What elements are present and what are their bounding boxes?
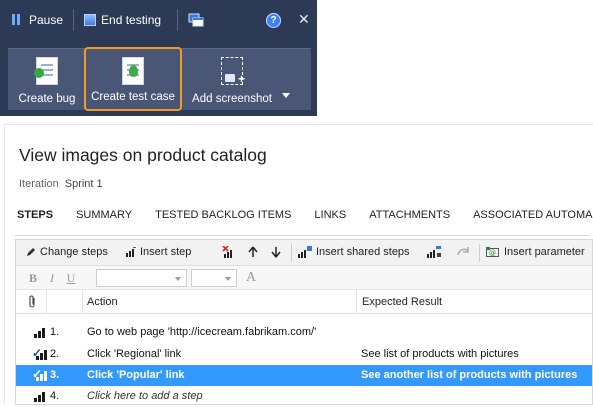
change-steps-button[interactable]: Change steps (26, 246, 108, 258)
pause-label: Pause (29, 13, 64, 27)
delete-step-button[interactable] (222, 246, 236, 258)
step-expected-result[interactable]: See another list of products with pictur… (361, 369, 577, 381)
step-bars-icon (34, 328, 48, 338)
test-case-form: View images on product catalog Iteration… (4, 124, 593, 405)
window-switch-icon (188, 13, 204, 27)
insert-parameter-button[interactable]: @ Insert parameter (486, 246, 585, 258)
create-test-case-button[interactable]: Create test case (84, 47, 182, 111)
iteration-label: Iteration (19, 178, 59, 190)
tab-tested-backlog-items[interactable]: TESTED BACKLOG ITEMS (155, 209, 291, 225)
font-family-select[interactable] (96, 269, 187, 287)
insert-step-button[interactable]: Insert step (126, 246, 191, 258)
toolbar-divider (291, 244, 292, 262)
steps-panel: Change steps Insert step Insert shared s… (15, 239, 593, 405)
test-case-icon (122, 57, 144, 85)
step-number: 1. (50, 326, 60, 338)
test-runner-toolbar: Pause End testing ? ✕ Create bug Create … (0, 0, 317, 116)
step-action[interactable]: Click 'Regional' link (87, 348, 181, 360)
add-step-row[interactable]: 4. Click here to add a step (16, 386, 592, 407)
parameter-icon: @ (486, 247, 499, 257)
steps-toolbar: Change steps Insert step Insert shared s… (16, 240, 592, 266)
screenshot-icon: + (221, 57, 245, 85)
runner-actions-panel: Create bug Create test case + Add screen… (8, 47, 311, 111)
refresh-arrow-icon (457, 247, 469, 256)
switch-window-button[interactable] (182, 8, 210, 32)
step-bars-icon (36, 350, 50, 360)
table-row[interactable]: ✓ 2. Click 'Regional' link See list of p… (16, 344, 592, 365)
insert-shared-steps-label: Insert shared steps (316, 246, 410, 258)
move-down-button[interactable] (271, 246, 281, 258)
close-icon[interactable]: ✕ (298, 11, 310, 27)
stop-icon (84, 14, 97, 26)
add-step-placeholder[interactable]: Click here to add a step (87, 390, 203, 402)
end-testing-label: End testing (101, 13, 162, 27)
page-title: View images on product catalog (19, 145, 267, 165)
create-bug-button[interactable]: Create bug (10, 49, 84, 111)
toolbar-divider (479, 244, 480, 262)
tab-associated-automation[interactable]: ASSOCIATED AUTOMA... (473, 209, 593, 225)
step-bars-icon (34, 392, 48, 402)
tab-summary[interactable]: SUMMARY (76, 209, 132, 225)
insert-step-label: Insert step (140, 246, 192, 258)
step-expected-result[interactable]: See list of products with pictures (361, 348, 519, 360)
column-divider (46, 290, 47, 314)
attachment-paperclip-icon (29, 295, 35, 308)
open-shared-steps-button[interactable] (456, 246, 470, 258)
tab-divider (15, 235, 590, 236)
iteration-field[interactable]: Iteration Sprint 1 (19, 178, 103, 190)
form-tabs: STEPS SUMMARY TESTED BACKLOG ITEMS LINKS… (17, 209, 593, 225)
insert-step-icon (126, 247, 136, 257)
add-screenshot-label: Add screenshot (192, 93, 272, 105)
svg-text:@: @ (489, 249, 496, 257)
pause-button[interactable]: Pause (6, 8, 69, 32)
column-divider (82, 290, 83, 314)
pencil-icon (27, 248, 35, 256)
toolbar-divider (73, 9, 75, 31)
table-row-selected[interactable]: ✓ 3. Click 'Popular' link See another li… (16, 365, 592, 386)
step-action[interactable]: Go to web page 'http://icecream.fabrikam… (87, 326, 316, 338)
end-testing-button[interactable]: End testing (78, 8, 167, 32)
pause-icon (12, 14, 24, 26)
create-shared-steps-button[interactable] (427, 246, 441, 258)
step-number: 4. (50, 390, 60, 402)
bold-button[interactable]: B (26, 271, 40, 285)
delete-step-icon (222, 246, 232, 258)
create-test-case-label: Create test case (91, 91, 175, 103)
insert-parameter-label: Insert parameter (504, 246, 585, 258)
bug-report-icon (34, 57, 58, 85)
italic-button[interactable]: I (45, 271, 59, 285)
toolbar-divider (177, 9, 179, 31)
step-action[interactable]: Click 'Popular' link (87, 369, 185, 381)
tab-steps[interactable]: STEPS (17, 209, 53, 225)
step-number: 3. (50, 369, 60, 381)
create-shared-steps-icon (427, 246, 441, 258)
tab-attachments[interactable]: ATTACHMENTS (369, 209, 450, 225)
column-divider (356, 290, 357, 314)
expected-result-column-header[interactable]: Expected Result (362, 296, 442, 308)
underline-button[interactable]: U (64, 271, 78, 285)
tab-links[interactable]: LINKS (314, 209, 346, 225)
step-number: 2. (50, 348, 60, 360)
formatting-toolbar: B I U A (16, 266, 592, 290)
iteration-value: Sprint 1 (64, 178, 103, 190)
shared-steps-icon (298, 246, 312, 258)
font-size-select[interactable] (191, 269, 237, 287)
add-screenshot-button[interactable]: + Add screenshot (186, 49, 278, 111)
table-row[interactable]: 1. Go to web page 'http://icecream.fabri… (16, 322, 592, 343)
change-steps-label: Change steps (40, 246, 108, 258)
step-bars-icon (36, 371, 50, 381)
action-column-header[interactable]: Action (87, 296, 118, 308)
steps-grid-header: Action Expected Result (16, 290, 592, 314)
screenshot-dropdown-arrow-icon[interactable] (282, 93, 290, 98)
insert-shared-steps-button[interactable]: Insert shared steps (298, 246, 410, 258)
arrow-up-icon (248, 246, 258, 257)
move-up-button[interactable] (248, 246, 258, 258)
create-bug-label: Create bug (18, 93, 76, 105)
arrow-down-icon (271, 247, 281, 258)
help-icon[interactable]: ? (266, 13, 281, 28)
font-color-button[interactable]: A (244, 271, 258, 285)
